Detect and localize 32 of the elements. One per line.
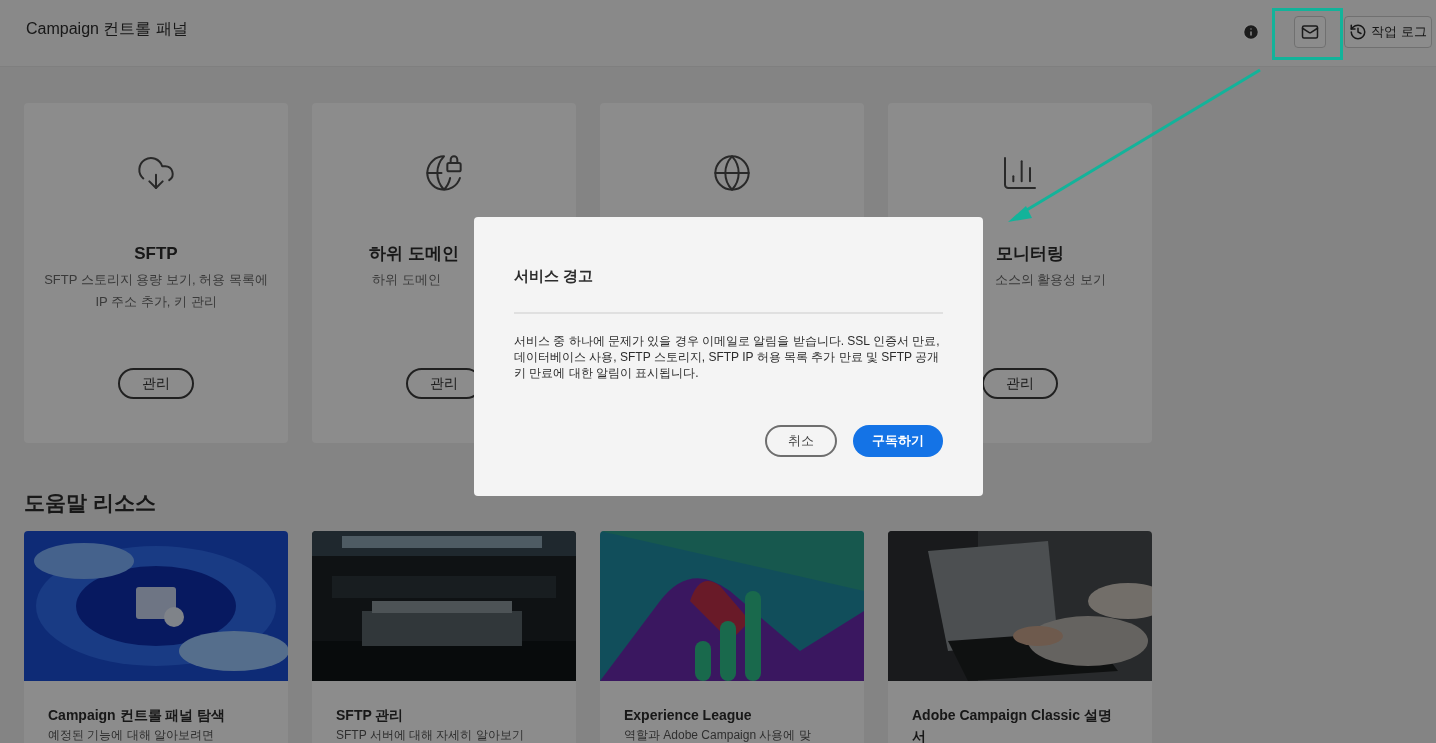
- resource-card[interactable]: SFTP 관리 SFTP 서버에 대해 자세히 알아보기: [312, 530, 576, 743]
- resource-title: Campaign 컨트롤 패널 탐색: [48, 705, 227, 725]
- globe-icon: [712, 153, 752, 193]
- page-title: Campaign 컨트롤 패널: [26, 19, 188, 39]
- resource-description: 역할과 Adobe Campaign 사용에 맞: [624, 726, 812, 743]
- resource-card[interactable]: Adobe Campaign Classic 설명서: [888, 530, 1152, 743]
- info-icon[interactable]: [1242, 23, 1261, 41]
- card-title: 하위 도메인: [369, 243, 459, 265]
- resource-card[interactable]: Campaign 컨트롤 패널 탐색 예정된 기능에 대해 알아보려면: [24, 530, 288, 743]
- card-description: 소스의 활용성 보기: [994, 270, 1106, 289]
- card-title: SFTP: [134, 243, 178, 265]
- dialog-title: 서비스 경고: [514, 266, 595, 286]
- subscribe-button[interactable]: 구독하기: [853, 425, 943, 457]
- resource-card[interactable]: Experience League 역할과 Adobe Campaign 사용에 맞: [600, 530, 864, 743]
- resource-description: SFTP 서버에 대해 자세히 알아보기: [336, 726, 525, 743]
- globe-lock-icon: [424, 153, 464, 193]
- manage-button[interactable]: 관리: [118, 368, 194, 399]
- resource-title: SFTP 관리: [336, 705, 405, 725]
- resource-description: 예정된 기능에 대해 알아보려면: [48, 726, 215, 743]
- card-title: 모니터링: [996, 243, 1064, 265]
- resource-title: Adobe Campaign Classic 설명서: [912, 705, 1113, 743]
- activity-log-button[interactable]: 작업 로그: [1344, 16, 1432, 48]
- card-description: 하위 도메인: [372, 270, 441, 289]
- mail-button[interactable]: [1294, 16, 1327, 48]
- highlight-frame: [1272, 8, 1343, 60]
- cancel-button[interactable]: 취소: [765, 425, 837, 457]
- dialog-message: 서비스 중 하나에 문제가 있을 경우 이메일로 알림을 받습니다. SSL 인증서 만료, 데이터베이스 사용, SFTP 스토리지, SFTP IP 허용 목록 추가 만료 및 SFTP 공개 키 만료에 대한 알림이 표시됩니다.: [514, 332, 941, 381]
- card-description: SFTP 스토리지 용량 보기, 허용 목록에 IP 주소 추가, 키 관리: [44, 270, 268, 311]
- resource-title: Experience League: [624, 705, 753, 725]
- section-heading: 도움말 리소스: [24, 491, 156, 514]
- mail-icon: [1301, 23, 1320, 41]
- history-icon: [1349, 23, 1368, 41]
